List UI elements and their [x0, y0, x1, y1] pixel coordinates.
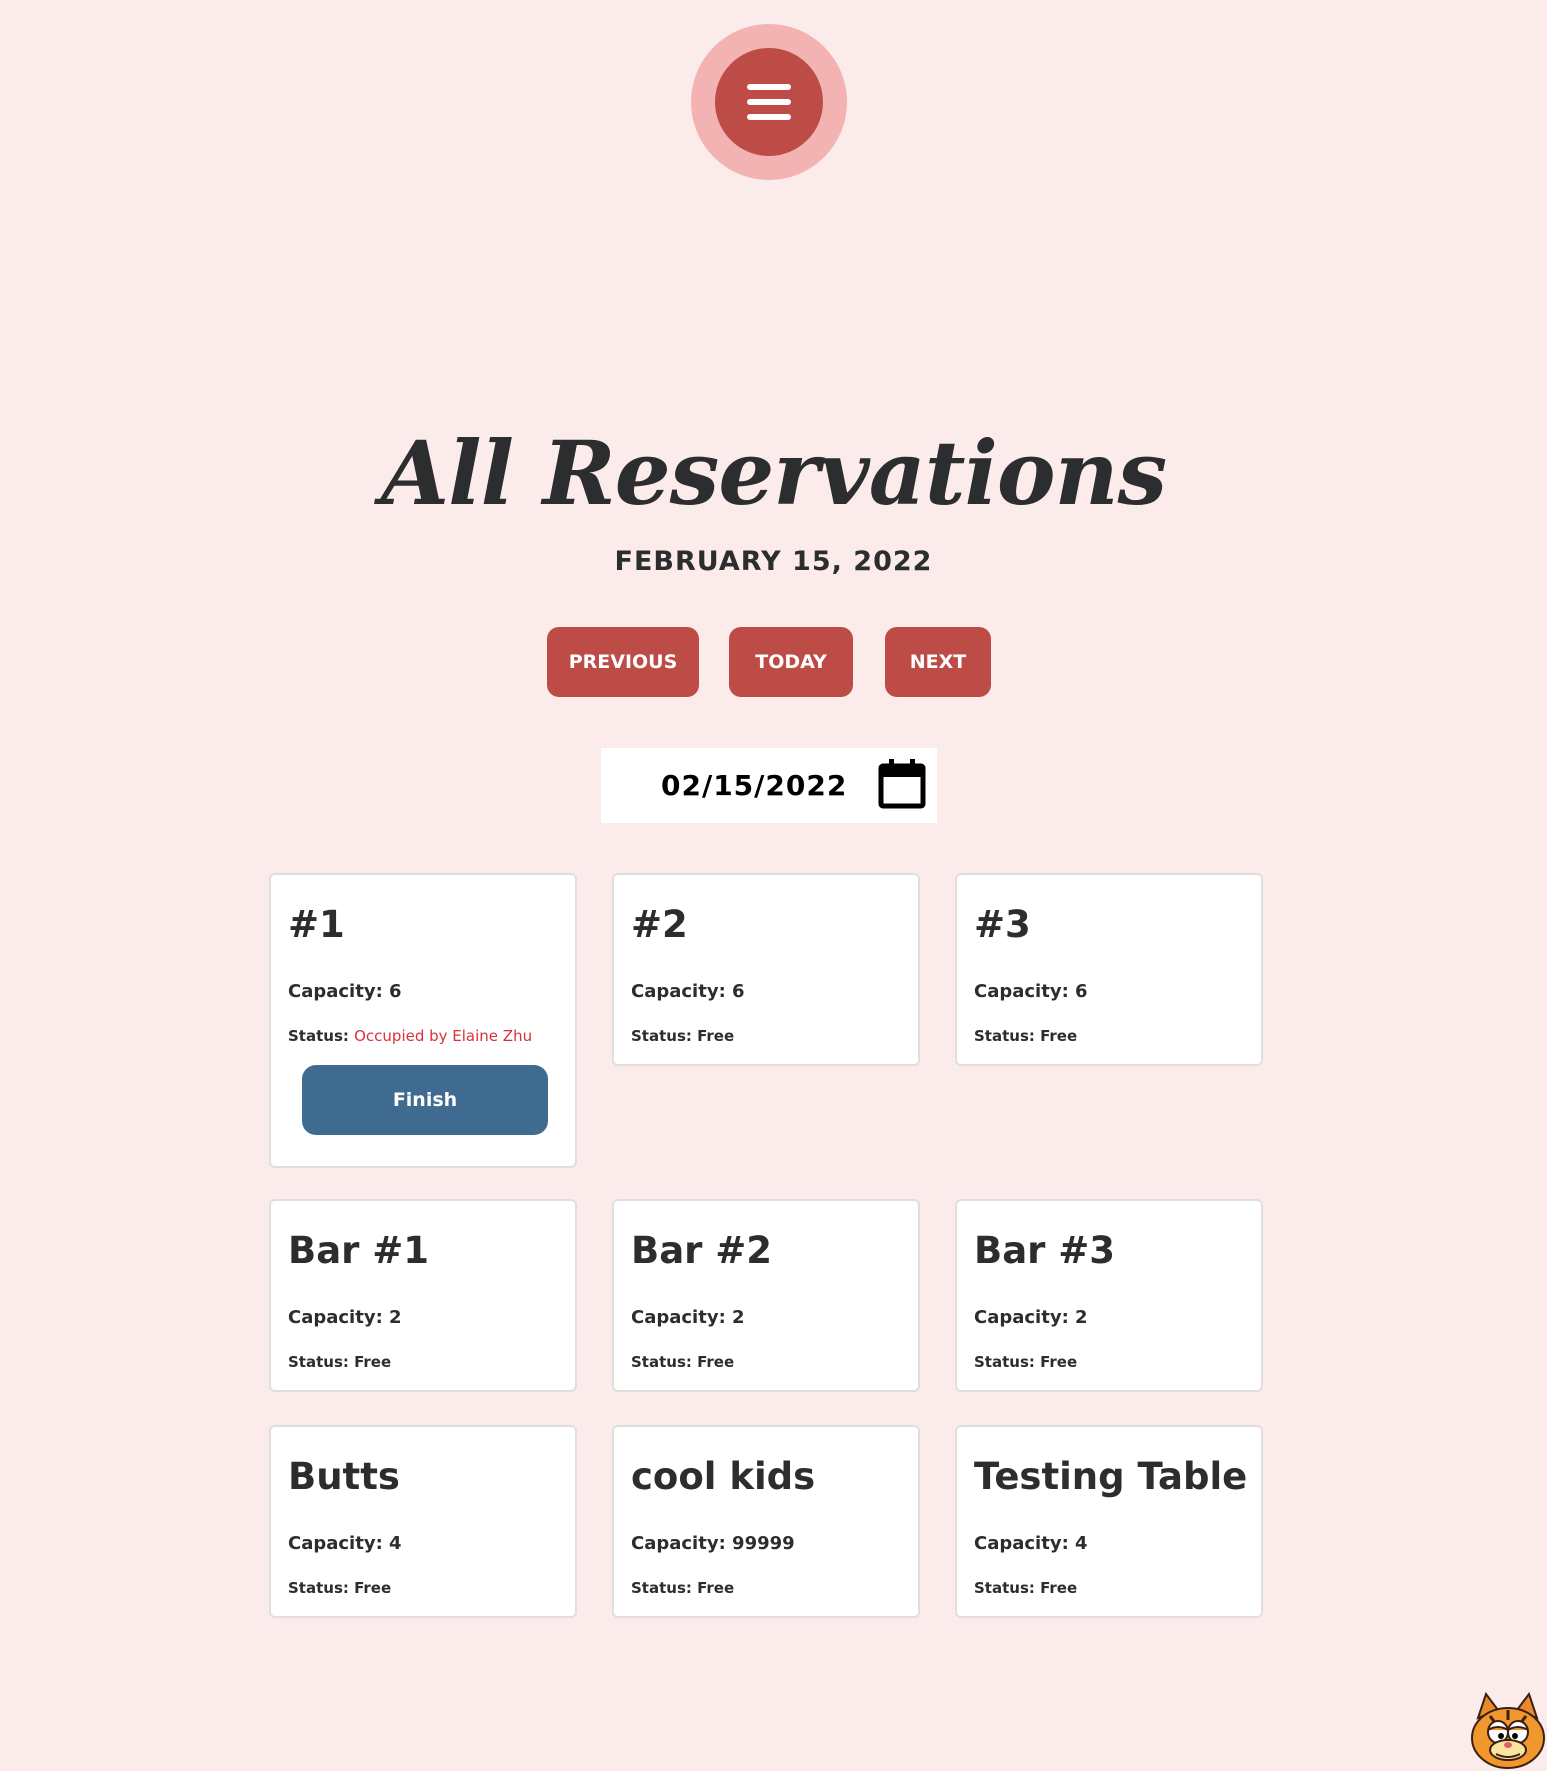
table-capacity: Capacity: 2: [288, 1307, 402, 1328]
hamburger-menu-icon: [747, 84, 791, 120]
table-status: Status: Free: [631, 1353, 735, 1371]
table-name: Bar #1: [288, 1229, 430, 1272]
table-card: #2 Capacity: 6 Status: Free: [612, 873, 920, 1066]
table-status: Status: Free: [631, 1579, 735, 1597]
table-capacity: Capacity: 4: [288, 1533, 402, 1554]
table-name: #3: [974, 903, 1031, 946]
table-card: cool kids Capacity: 99999 Status: Free: [612, 1425, 920, 1618]
table-status: Status: Free: [974, 1579, 1078, 1597]
table-status: Status: Occupied by Elaine Zhu: [288, 1027, 533, 1045]
table-name: cool kids: [631, 1455, 816, 1498]
table-card: Bar #1 Capacity: 2 Status: Free: [269, 1199, 577, 1392]
page-title: All Reservations: [380, 421, 1167, 525]
table-status: Status: Free: [631, 1027, 735, 1045]
table-name: #1: [288, 903, 345, 946]
table-card: Bar #3 Capacity: 2 Status: Free: [955, 1199, 1263, 1392]
table-capacity: Capacity: 99999: [631, 1533, 795, 1554]
table-status: Status: Free: [288, 1579, 392, 1597]
menu-button[interactable]: [715, 48, 823, 156]
table-capacity: Capacity: 6: [288, 981, 402, 1002]
table-status: Status: Free: [288, 1353, 392, 1371]
previous-button[interactable]: PREVIOUS: [547, 627, 699, 697]
table-name: Testing Table: [974, 1455, 1248, 1498]
next-button[interactable]: NEXT: [885, 627, 991, 697]
finish-button[interactable]: Finish: [302, 1065, 548, 1135]
table-status: Status: Free: [974, 1027, 1078, 1045]
table-capacity: Capacity: 6: [974, 981, 1088, 1002]
table-card: #3 Capacity: 6 Status: Free: [955, 873, 1263, 1066]
table-card: #1 Capacity: 6 Status: Occupied by Elain…: [269, 873, 577, 1168]
table-card: Testing Table Capacity: 4 Status: Free: [955, 1425, 1263, 1618]
table-capacity: Capacity: 4: [974, 1533, 1088, 1554]
table-name: Butts: [288, 1455, 400, 1498]
menu-button-halo: [691, 24, 847, 180]
table-status: Status: Free: [974, 1353, 1078, 1371]
date-input[interactable]: 02/15/2022: [601, 748, 937, 823]
table-name: Bar #3: [974, 1229, 1116, 1272]
table-card: Butts Capacity: 4 Status: Free: [269, 1425, 577, 1618]
calendar-icon[interactable]: [878, 758, 926, 810]
table-card: Bar #2 Capacity: 2 Status: Free: [612, 1199, 920, 1392]
table-name: #2: [631, 903, 688, 946]
table-capacity: Capacity: 6: [631, 981, 745, 1002]
date-input-value: 02/15/2022: [661, 769, 848, 802]
table-capacity: Capacity: 2: [974, 1307, 1088, 1328]
date-heading: FEBRUARY 15, 2022: [614, 546, 933, 577]
cat-mascot-icon: [1471, 1691, 1545, 1769]
table-name: Bar #2: [631, 1229, 773, 1272]
today-button[interactable]: TODAY: [729, 627, 853, 697]
table-capacity: Capacity: 2: [631, 1307, 745, 1328]
status-occupied-value: Occupied by Elaine Zhu: [354, 1027, 533, 1045]
